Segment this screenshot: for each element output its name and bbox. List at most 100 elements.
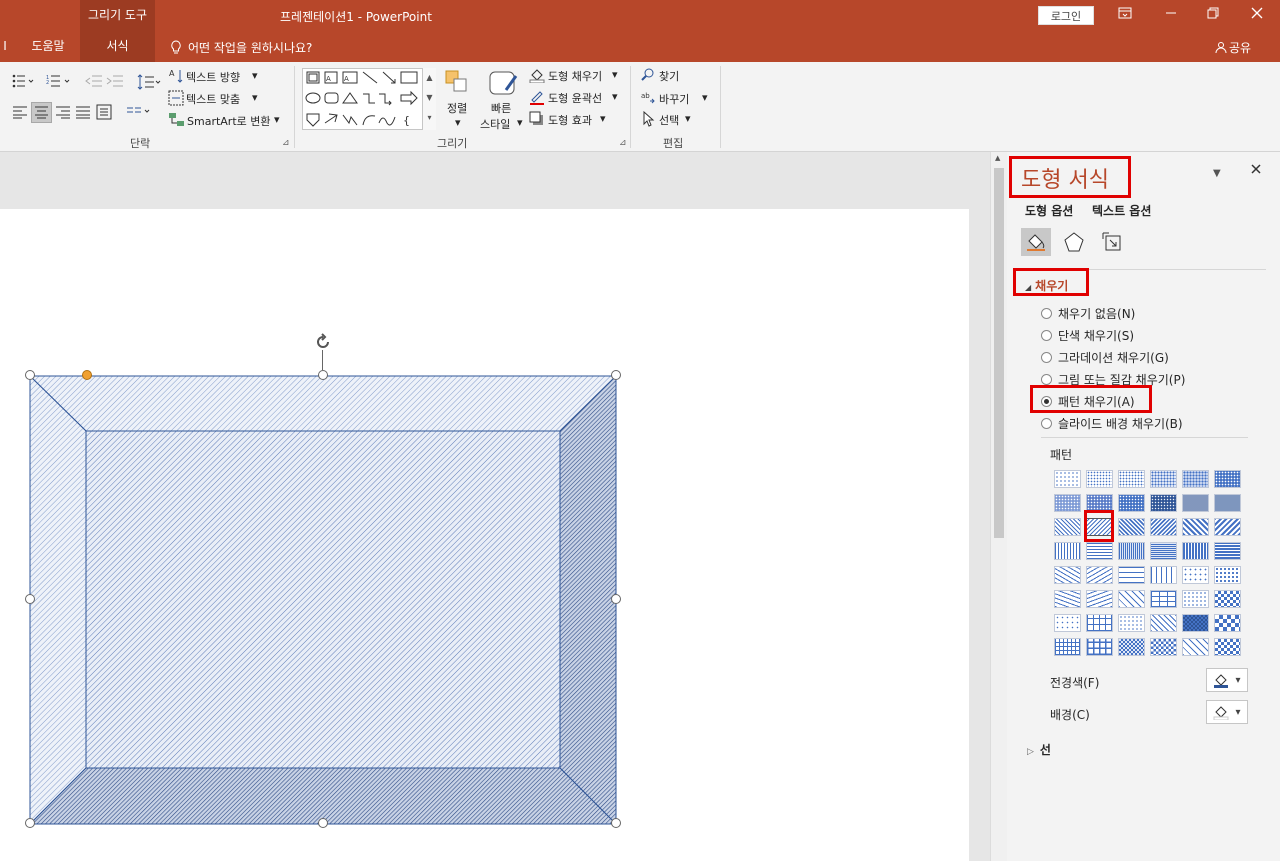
shape-effects-label[interactable]: 도형 효과 xyxy=(548,112,592,128)
pattern-swatch[interactable] xyxy=(1182,590,1209,608)
pattern-swatch[interactable] xyxy=(1054,638,1081,656)
adjust-handle[interactable] xyxy=(82,370,92,380)
pattern-swatch[interactable] xyxy=(1118,638,1145,656)
gallery-scroll[interactable]: ▲ ▼ ▾ xyxy=(422,68,436,130)
chevron-down-icon[interactable]: ▾ xyxy=(455,116,461,129)
radio-button[interactable] xyxy=(1041,374,1052,385)
minimize-icon[interactable] xyxy=(1148,0,1194,31)
pattern-swatch[interactable] xyxy=(1150,494,1177,512)
numbering-icon[interactable]: 12 xyxy=(46,74,70,90)
find-icon[interactable] xyxy=(641,68,657,84)
replace-label[interactable]: 바꾸기 xyxy=(659,91,689,107)
pattern-swatch[interactable] xyxy=(1214,590,1241,608)
pattern-swatch[interactable] xyxy=(1182,494,1209,512)
chevron-down-icon[interactable]: ▾ xyxy=(702,91,708,104)
align-text-icon[interactable] xyxy=(168,90,184,106)
pattern-swatch[interactable] xyxy=(1214,566,1241,584)
arrange-label[interactable]: 정렬 xyxy=(447,100,467,116)
chevron-down-icon[interactable]: ▾ xyxy=(612,68,618,81)
scroll-thumb[interactable] xyxy=(994,168,1004,538)
find-label[interactable]: 찾기 xyxy=(659,68,679,84)
quick-styles-icon[interactable] xyxy=(488,68,520,100)
chevron-down-icon[interactable]: ▾ xyxy=(517,116,523,129)
quick-styles-label-2[interactable]: 스타일 xyxy=(480,116,510,132)
increase-indent-icon[interactable] xyxy=(106,74,123,90)
pattern-swatch[interactable] xyxy=(1054,614,1081,632)
pattern-swatch[interactable] xyxy=(1118,614,1145,632)
shapes-gallery[interactable]: A A { xyxy=(302,68,436,130)
tab-shape-options[interactable]: 도형 옵션 xyxy=(1025,202,1073,219)
pattern-swatch[interactable] xyxy=(1118,518,1145,536)
shape-effects-icon[interactable] xyxy=(529,111,545,127)
chevron-down-icon[interactable]: ▾ xyxy=(252,91,258,104)
pattern-swatch[interactable] xyxy=(1182,470,1209,488)
arrange-icon[interactable] xyxy=(443,68,473,98)
radio-solid-fill[interactable]: 단색 채우기(S) xyxy=(1041,327,1134,344)
pattern-gallery[interactable] xyxy=(1054,470,1242,656)
bevel-shape[interactable] xyxy=(0,330,640,835)
paint-bucket-icon[interactable] xyxy=(529,67,545,84)
pattern-swatch[interactable] xyxy=(1214,470,1241,488)
pane-options-chevron-icon[interactable]: ▼ xyxy=(1213,168,1221,179)
justify-icon[interactable] xyxy=(75,105,91,121)
pattern-swatch[interactable] xyxy=(1118,494,1145,512)
rotate-handle-icon[interactable] xyxy=(313,332,333,355)
pattern-swatch[interactable] xyxy=(1054,518,1081,536)
pattern-swatch[interactable] xyxy=(1150,614,1177,632)
align-center-icon[interactable] xyxy=(31,102,52,123)
pattern-swatch[interactable] xyxy=(1182,518,1209,536)
pattern-swatch[interactable] xyxy=(1150,638,1177,656)
tab-fragment[interactable]: I xyxy=(0,31,10,62)
text-direction-icon[interactable]: A xyxy=(168,68,184,84)
tell-me-box[interactable]: 어떤 작업을 원하시나요? xyxy=(170,39,312,57)
distributed-icon[interactable] xyxy=(96,104,112,120)
select-label[interactable]: 선택 xyxy=(659,112,679,128)
tab-format[interactable]: 서식 xyxy=(80,31,155,62)
size-properties-icon[interactable] xyxy=(1097,228,1127,256)
shape-outline-label[interactable]: 도형 윤곽선 xyxy=(548,90,602,106)
bullets-icon[interactable] xyxy=(12,74,34,90)
line-section-header[interactable]: ▷ 선 xyxy=(1027,741,1051,758)
pattern-swatch[interactable] xyxy=(1150,518,1177,536)
radio-slide-bg-fill[interactable]: 슬라이드 배경 채우기(B) xyxy=(1041,415,1183,432)
align-right-icon[interactable] xyxy=(55,105,71,121)
restore-icon[interactable] xyxy=(1190,0,1236,31)
pattern-swatch[interactable] xyxy=(1054,494,1081,512)
pattern-swatch[interactable] xyxy=(1118,590,1145,608)
chevron-down-icon[interactable]: ▾ xyxy=(274,113,280,126)
chevron-down-icon[interactable]: ▾ xyxy=(612,90,618,103)
pattern-swatch[interactable] xyxy=(1054,470,1081,488)
resize-handle[interactable] xyxy=(611,818,621,828)
pattern-swatch[interactable] xyxy=(1118,566,1145,584)
resize-handle[interactable] xyxy=(25,818,35,828)
background-color-button[interactable]: ▾ xyxy=(1206,700,1248,724)
pattern-swatch[interactable] xyxy=(1182,614,1209,632)
chevron-down-icon[interactable]: ▾ xyxy=(600,112,606,125)
resize-handle[interactable] xyxy=(318,818,328,828)
pattern-swatch[interactable] xyxy=(1054,542,1081,560)
vertical-scrollbar[interactable]: ▲ xyxy=(990,152,1007,861)
pane-close-icon[interactable] xyxy=(1250,163,1262,178)
radio-no-fill[interactable]: 채우기 없음(N) xyxy=(1041,305,1135,322)
resize-handle[interactable] xyxy=(318,370,328,380)
select-cursor-icon[interactable] xyxy=(641,110,657,127)
pattern-swatch[interactable] xyxy=(1054,590,1081,608)
chevron-down-icon[interactable]: ▾ xyxy=(685,112,691,125)
resize-handle[interactable] xyxy=(25,594,35,604)
pattern-swatch[interactable] xyxy=(1150,470,1177,488)
tab-text-options[interactable]: 텍스트 옵션 xyxy=(1092,202,1151,219)
radio-button[interactable] xyxy=(1041,308,1052,319)
pattern-swatch[interactable] xyxy=(1214,638,1241,656)
share-button[interactable]: 공유 xyxy=(1215,39,1251,56)
dialog-launcher-icon[interactable]: ⊿ xyxy=(619,138,627,148)
chevron-down-icon[interactable]: ▾ xyxy=(252,69,258,82)
login-button[interactable]: 로그인 xyxy=(1038,6,1094,25)
resize-handle[interactable] xyxy=(611,370,621,380)
pattern-swatch[interactable] xyxy=(1150,566,1177,584)
pattern-swatch[interactable] xyxy=(1214,542,1241,560)
radio-button[interactable] xyxy=(1041,418,1052,429)
resize-handle[interactable] xyxy=(611,594,621,604)
radio-button[interactable] xyxy=(1041,330,1052,341)
smartart-icon[interactable] xyxy=(168,112,184,128)
pattern-swatch[interactable] xyxy=(1118,470,1145,488)
